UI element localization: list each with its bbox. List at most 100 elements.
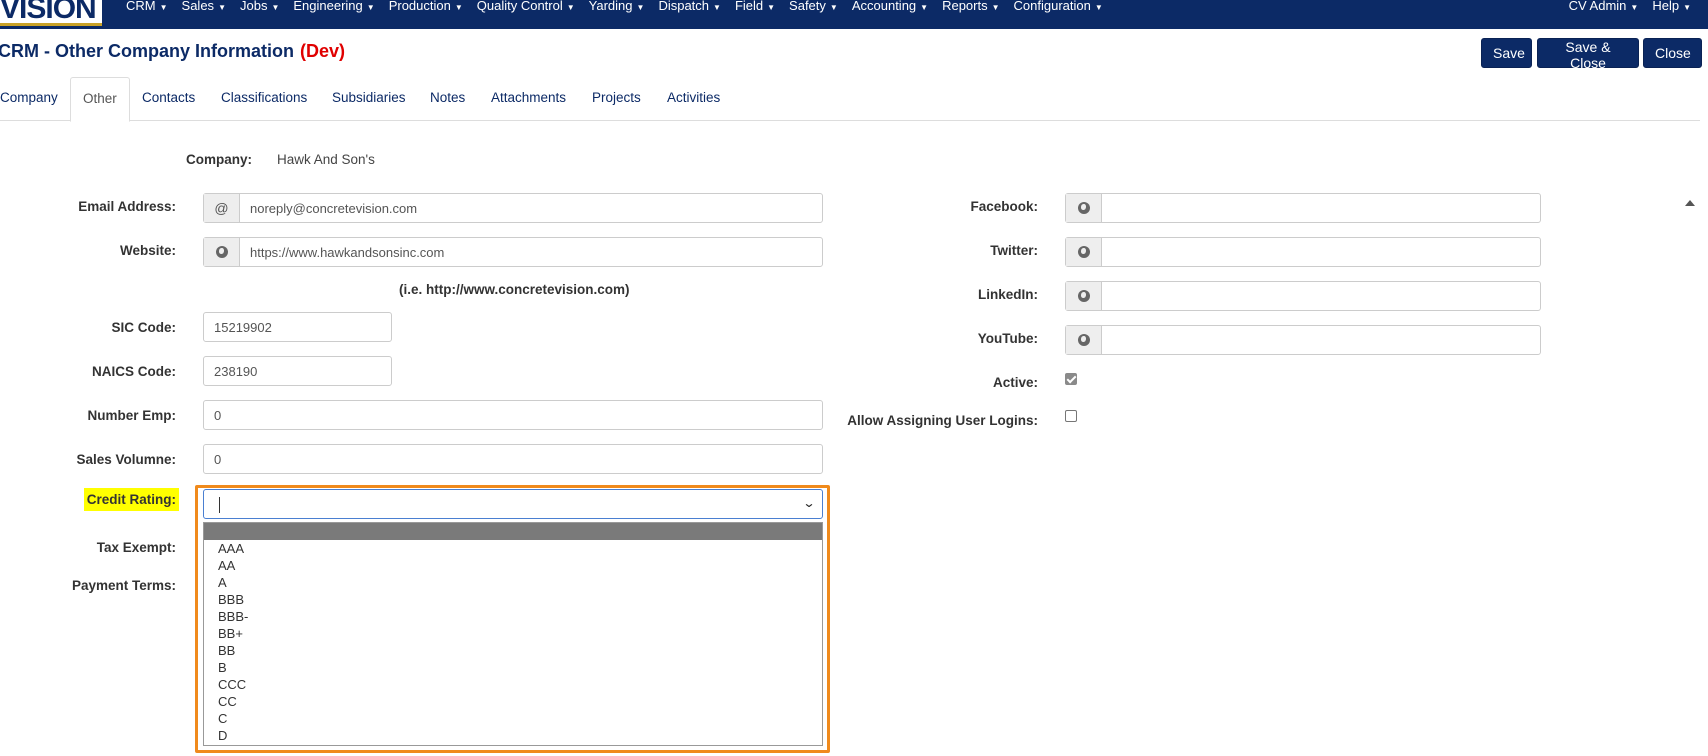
caret-down-icon: ▼ [1094,3,1103,12]
caret-down-icon: ▼ [829,3,838,12]
tab-other[interactable]: Other [70,77,130,122]
nav-menu-label: Jobs [239,0,268,13]
twitter-input[interactable] [1102,238,1540,266]
nav-menu-label: Engineering [293,0,363,13]
twitter-label: Twitter: [990,243,1038,258]
save-button[interactable]: Save [1481,38,1532,68]
nav-menu-label: Production [388,0,451,13]
nav-menu-yarding[interactable]: Yarding ▼ [589,0,645,16]
save-close-button[interactable]: Save & Close [1537,38,1639,71]
sic-code-input[interactable] [203,312,392,342]
website-field [203,237,823,267]
app-logo[interactable]: VISION [0,0,102,26]
youtube-field [1065,325,1541,355]
nav-right-label: Help [1652,0,1680,13]
credit-rating-option[interactable]: A [204,574,822,591]
credit-rating-option[interactable]: CC [204,693,822,710]
page-title-text: CRM - Other Company Information [0,41,294,61]
facebook-label: Facebook: [970,199,1038,214]
nav-menu-label: Yarding [588,0,633,13]
credit-rating-select[interactable]: ⌄ [203,489,823,519]
caret-down-icon: ▼ [218,3,226,12]
tab-attachments[interactable]: Attachments [479,77,578,121]
nav-right-cv-admin[interactable]: CV Admin ▼ [1569,0,1639,14]
tab-bar: Company Other Contacts Classifications S… [0,77,1700,122]
main-menu: CRM ▼ Sales ▼ Jobs ▼ Engineering ▼ Production ▼ Qu… [126,0,1117,16]
user-menu: CV Admin ▼ Help ▼ [1555,0,1691,14]
page-title: CRM - Other Company Information (Dev) [0,41,345,62]
option-blank[interactable] [204,523,822,540]
youtube-input[interactable] [1102,326,1540,354]
credit-rating-option[interactable]: BB+ [204,625,822,642]
caret-down-icon: ▼ [713,3,721,12]
website-input[interactable] [240,238,822,266]
tab-classifications[interactable]: Classifications [209,77,319,121]
nav-right-help[interactable]: Help ▼ [1652,0,1691,14]
allow-logins-label: Allow Assigning User Logins: [847,413,1038,428]
caret-down-icon: ▼ [366,3,375,12]
nav-menu-crm[interactable]: CRM ▼ [126,0,168,16]
tax-exempt-label: Tax Exempt: [96,540,176,555]
top-navbar: VISION CRM ▼ Sales ▼ Jobs ▼ Engineering ▼ Produc… [0,0,1708,29]
nav-menu-label: Configuration [1013,0,1091,13]
tab-company[interactable]: Company [0,77,70,121]
close-button[interactable]: Close [1643,38,1702,68]
caret-down-icon: ▼ [159,3,168,12]
credit-rating-option[interactable]: AAA [204,540,822,557]
nav-menu-sales[interactable]: Sales ▼ [182,0,226,16]
credit-rating-option[interactable]: CCC [204,676,822,693]
active-label: Active: [992,375,1038,390]
caret-down-icon: ▼ [1630,3,1639,12]
nav-menu-configuration[interactable]: Configuration ▼ [1014,0,1103,16]
credit-rating-label-text: Credit Rating: [83,488,179,511]
credit-rating-label: Credit Rating: [83,488,179,511]
tab-projects[interactable]: Projects [580,77,653,121]
number-emp-input[interactable] [203,400,823,430]
at-icon: @ [204,194,240,222]
nav-menu-safety[interactable]: Safety ▼ [789,0,838,16]
tab-contacts[interactable]: Contacts [130,77,207,121]
nav-menu-dispatch[interactable]: Dispatch ▼ [658,0,721,16]
nav-menu-jobs[interactable]: Jobs ▼ [240,0,279,16]
nav-menu-quality-control[interactable]: Quality Control ▼ [477,0,575,16]
tab-subsidiaries[interactable]: Subsidiaries [320,77,418,121]
email-input[interactable] [240,194,822,222]
naics-code-input[interactable] [203,356,392,386]
facebook-input[interactable] [1102,194,1540,222]
nav-menu-label: Field [734,0,764,13]
caret-down-icon: ▼ [454,3,463,12]
sales-volume-input[interactable] [203,444,823,474]
nav-menu-engineering[interactable]: Engineering ▼ [293,0,374,16]
credit-rating-option[interactable]: D [204,727,822,744]
credit-rating-option[interactable]: AA [204,557,822,574]
credit-rating-option[interactable]: B [204,659,822,676]
tab-activities[interactable]: Activities [655,77,732,121]
nav-menu-accounting[interactable]: Accounting ▼ [852,0,928,16]
globe-icon [1066,326,1102,354]
email-field: @ [203,193,823,223]
caret-down-icon: ▼ [636,3,645,12]
globe-icon [1066,282,1102,310]
globe-icon [1066,194,1102,222]
active-checkbox[interactable] [1065,373,1077,385]
facebook-field [1065,193,1541,223]
nav-menu-production[interactable]: Production ▼ [389,0,463,16]
nav-menu-label: Reports [942,0,988,13]
credit-rating-option[interactable]: C [204,710,822,727]
scroll-up-arrow-icon[interactable] [1685,200,1695,206]
credit-rating-option[interactable]: BB [204,642,822,659]
nav-menu-label: Dispatch [658,0,710,13]
website-hint: (i.e. http://www.concretevision.com) [399,282,630,297]
youtube-label: YouTube: [977,331,1038,346]
linkedin-input[interactable] [1102,282,1540,310]
sic-code-label: SIC Code: [111,320,176,335]
nav-menu-label: Quality Control [476,0,563,13]
allow-logins-checkbox[interactable] [1065,410,1077,422]
credit-rating-option[interactable]: BBB [204,591,822,608]
number-emp-label: Number Emp: [87,408,176,423]
credit-rating-option[interactable]: BBB- [204,608,822,625]
nav-menu-field[interactable]: Field ▼ [735,0,775,16]
tab-notes[interactable]: Notes [418,77,477,121]
nav-menu-reports[interactable]: Reports ▼ [942,0,999,16]
chevron-down-icon: ⌄ [802,496,816,510]
